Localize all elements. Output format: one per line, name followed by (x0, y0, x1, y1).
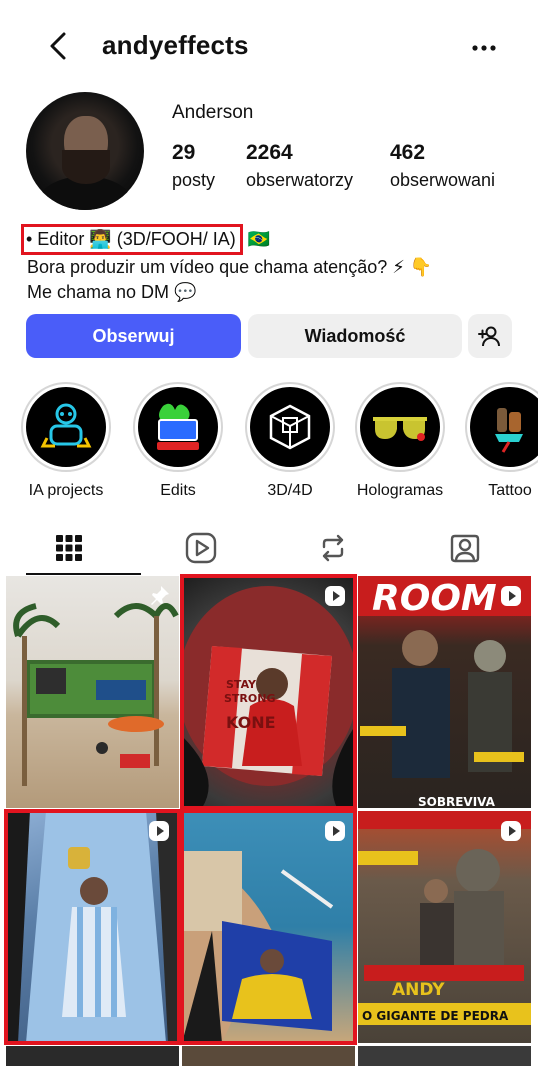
bio-line-3: Me chama no DM 💬 (27, 282, 197, 302)
grid-icon (56, 535, 82, 561)
highlight-edits[interactable]: Edits (128, 382, 228, 500)
highlight-label: IA projects (28, 482, 104, 499)
stat-posts-label: posty (172, 170, 216, 190)
highlight-ia-projects[interactable]: IA projects (16, 382, 116, 500)
svg-text:STAY: STAY (226, 678, 257, 691)
post-messi-street[interactable] (4, 809, 181, 1045)
post-games-colossal[interactable]: ANDY O GIGANTE DE PEDRA (358, 811, 531, 1043)
highlight-hologramas[interactable]: Hologramas (350, 382, 450, 500)
profile-full-name: Anderson (172, 102, 254, 123)
stat-followers[interactable]: 2264 obserwatorzy (246, 140, 353, 192)
stat-following[interactable]: 462 obserwowani (390, 140, 495, 192)
reel-icon (147, 819, 171, 848)
profile-bio: • Editor 👨‍💻 (3D/FOOH/ IA) 🇧🇷 Bora produ… (21, 224, 517, 305)
tattoo-machine-icon (495, 408, 523, 453)
post-partial-2[interactable] (182, 1046, 355, 1066)
svg-text:ANDY: ANDY (392, 980, 445, 1000)
active-tab-indicator (26, 573, 141, 575)
stat-posts[interactable]: 29 posty (172, 140, 215, 192)
reel-icon (323, 819, 347, 848)
post-stadium-stay-strong[interactable]: STAY STRONG KONE (180, 574, 357, 810)
robot-icon (40, 403, 92, 448)
svg-text:SOBREVIVA: SOBREVIVA (418, 795, 496, 808)
follow-button[interactable]: Obserwuj (26, 314, 241, 358)
post-beach-screen[interactable] (6, 576, 179, 808)
add-person-button[interactable] (468, 314, 512, 358)
bio-line-2: Bora produzir um vídeo que chama atenção… (27, 257, 433, 277)
svg-text:O GIGANTE DE PEDRA: O GIGANTE DE PEDRA (362, 1009, 509, 1023)
tab-reposts[interactable] (266, 520, 400, 576)
tab-grid[interactable] (2, 520, 136, 576)
stat-posts-count: 29 (172, 141, 196, 164)
reel-icon (499, 819, 523, 848)
svg-text:ROOM: ROOM (372, 578, 497, 619)
profile-avatar[interactable] (26, 92, 144, 210)
stat-following-label: obserwowani (390, 170, 496, 190)
back-arrow-icon[interactable] (40, 28, 76, 64)
posts-grid: STAY STRONG KONE ROOM SOBREVIVA ANDY O G… (4, 574, 532, 1066)
bio-highlighted-text: • Editor 👨‍💻 (3D/FOOH/ IA) (21, 224, 243, 255)
computer-icon (157, 403, 199, 450)
highlight-label: Tattoo (488, 482, 532, 499)
reels-icon (185, 532, 217, 564)
sunglasses-icon (373, 417, 427, 441)
tab-reels[interactable] (134, 520, 268, 576)
message-button[interactable]: Wiadomość (248, 314, 462, 358)
reel-icon (499, 584, 523, 613)
tab-tagged[interactable] (398, 520, 532, 576)
cube-icon (269, 404, 311, 450)
repost-icon (322, 534, 344, 562)
reel-icon (323, 584, 347, 613)
stat-followers-count: 2264 (246, 141, 293, 164)
post-partial-3[interactable] (358, 1046, 531, 1066)
highlight-3d-4d[interactable]: 3D/4D (240, 382, 340, 500)
pin-icon (149, 584, 171, 611)
brazil-flag-icon: 🇧🇷 (247, 229, 271, 249)
stat-following-count: 462 (390, 141, 426, 164)
add-person-icon (478, 326, 500, 347)
post-partial-1[interactable] (6, 1046, 179, 1066)
post-boom-magazine[interactable]: ROOM SOBREVIVA (358, 576, 531, 808)
highlight-label: Hologramas (356, 482, 444, 499)
content-tabs (0, 520, 538, 576)
highlight-tattoo[interactable]: Tattoo (460, 382, 538, 500)
profile-username: andyeffects (102, 30, 249, 60)
tagged-person-icon (450, 534, 480, 563)
post-coast-goalkeeper[interactable] (180, 809, 357, 1045)
highlight-label: 3D/4D (267, 482, 313, 499)
stat-followers-label: obserwatorzy (246, 170, 354, 190)
svg-text:STRONG: STRONG (224, 692, 275, 705)
highlight-label: Edits (160, 482, 196, 499)
more-options-icon[interactable] (466, 30, 502, 66)
top-bar: andyeffects (0, 0, 538, 96)
svg-text:KONE: KONE (226, 713, 276, 732)
